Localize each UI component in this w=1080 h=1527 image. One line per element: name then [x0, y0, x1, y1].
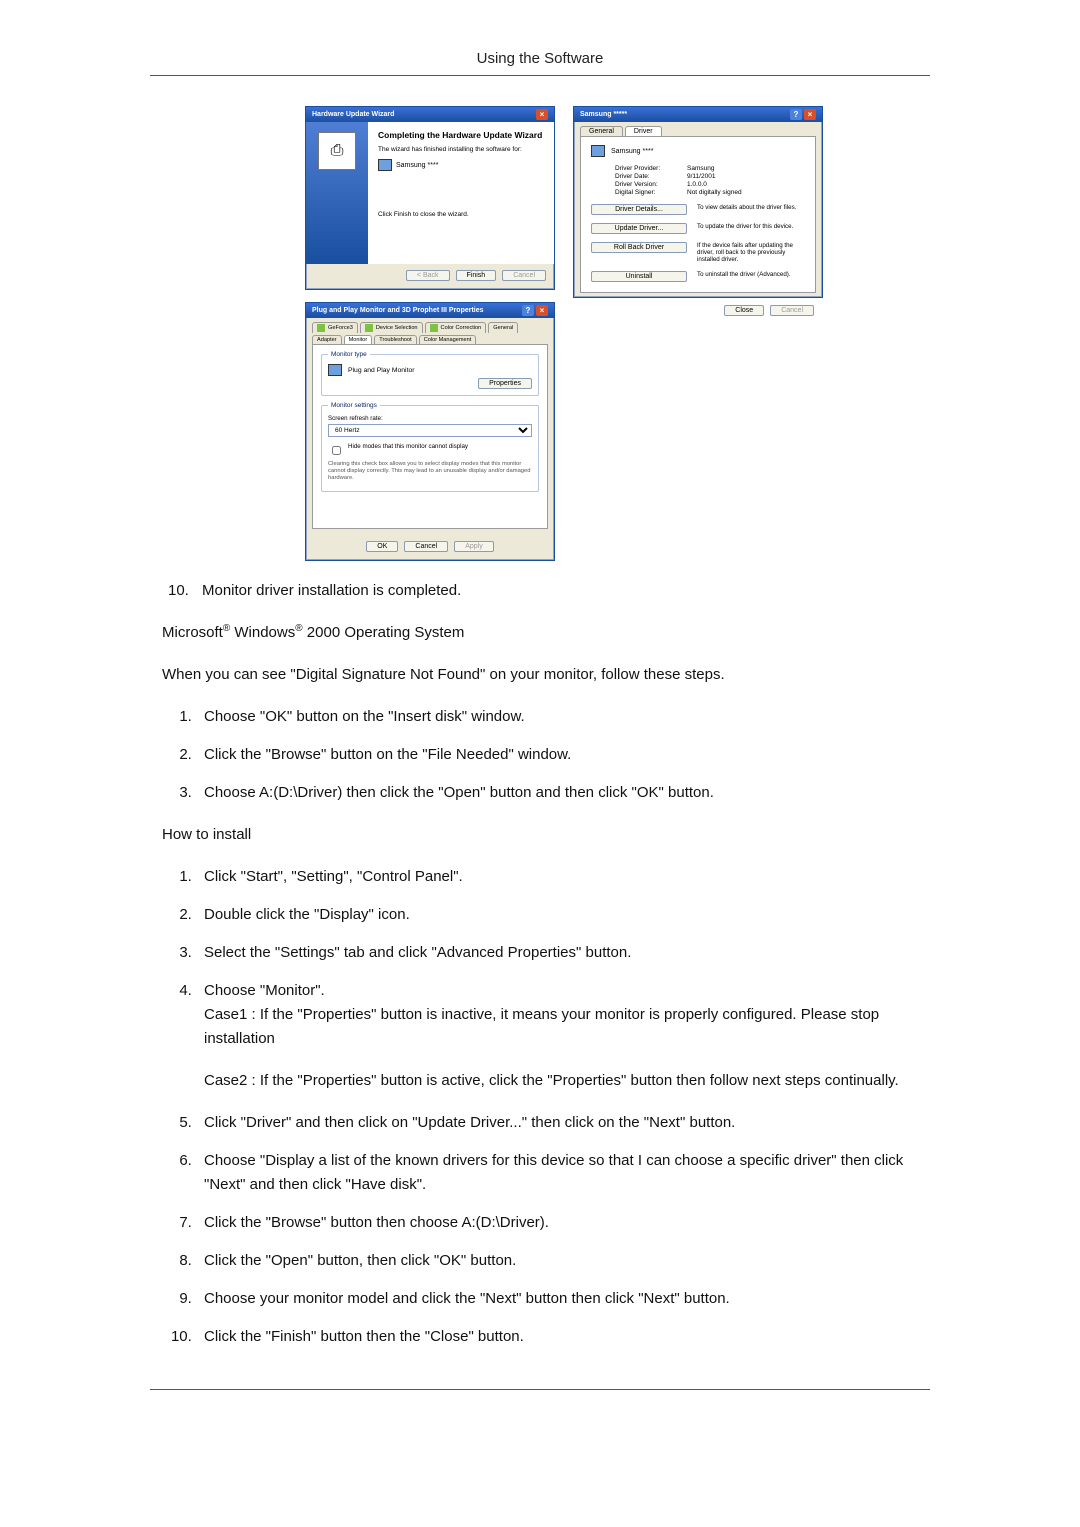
- refresh-rate-select[interactable]: 60 Hertz: [328, 424, 532, 437]
- steps-install: Click "Start", "Setting", "Control Panel…: [162, 865, 930, 1349]
- driver-device-name: Samsung ****: [611, 148, 653, 155]
- tab-monitor[interactable]: Monitor: [344, 335, 373, 344]
- cancel-button[interactable]: Cancel: [770, 305, 814, 316]
- hide-modes-label: Hide modes that this monitor cannot disp…: [348, 443, 468, 458]
- value: 1.0.0.0: [687, 181, 707, 188]
- divider-bottom: [150, 1389, 930, 1390]
- hide-modes-checkbox[interactable]: [332, 446, 341, 455]
- list-item: Click the "Finish" button then the "Clos…: [196, 1325, 930, 1349]
- apply-button[interactable]: Apply: [454, 541, 494, 552]
- monitor-settings-legend: Monitor settings: [328, 402, 380, 409]
- tab-adapter[interactable]: Adapter: [312, 335, 342, 344]
- value: 9/11/2001: [687, 173, 715, 180]
- tab-general[interactable]: General: [488, 322, 518, 333]
- monitor-icon: [328, 364, 342, 376]
- list-item: Choose your monitor model and click the …: [196, 1287, 930, 1311]
- tab-general[interactable]: General: [580, 126, 623, 136]
- device-icon: ⎙: [318, 132, 356, 170]
- document-body: 10. Monitor driver installation is compl…: [162, 579, 930, 1349]
- uninstall-button[interactable]: Uninstall: [591, 271, 687, 282]
- tab-color-management[interactable]: Color Management: [419, 335, 477, 344]
- properties-button[interactable]: Properties: [478, 378, 532, 389]
- screenshots-row: Hardware Update Wizard × ⎙ Completing th…: [198, 106, 930, 561]
- wizard-finish-note: Click Finish to close the wizard.: [378, 211, 544, 218]
- wizard-titlebar: Hardware Update Wizard: [312, 111, 394, 118]
- list-marker: 10.: [168, 579, 202, 603]
- list-item: Choose A:(D:\Driver) then click the "Ope…: [196, 781, 930, 805]
- tab-geforce3[interactable]: GeForce3: [312, 322, 358, 333]
- list-item: Click "Driver" and then click on "Update…: [196, 1111, 930, 1135]
- close-icon[interactable]: ×: [536, 109, 548, 120]
- label: Driver Date:: [615, 173, 681, 180]
- desc: To view details about the driver files.: [697, 204, 805, 211]
- tab-color-correction[interactable]: Color Correction: [425, 322, 487, 333]
- list-item: Click the "Browse" button then choose A:…: [196, 1211, 930, 1235]
- monitor-type-legend: Monitor type: [328, 351, 370, 358]
- mprop-titlebar: Plug and Play Monitor and 3D Prophet III…: [312, 307, 484, 314]
- list-item: Click "Start", "Setting", "Control Panel…: [196, 865, 930, 889]
- list-item: Select the "Settings" tab and click "Adv…: [196, 941, 930, 965]
- close-icon[interactable]: ×: [536, 305, 548, 316]
- case2-text: Case2 : If the "Properties" button is ac…: [204, 1069, 930, 1093]
- tab-driver[interactable]: Driver: [625, 126, 662, 136]
- refresh-rate-label: Screen refresh rate:: [328, 415, 532, 422]
- cancel-button[interactable]: Cancel: [404, 541, 448, 552]
- howto-heading: How to install: [162, 823, 930, 847]
- label: Driver Version:: [615, 181, 681, 188]
- monitor-properties-window: Plug and Play Monitor and 3D Prophet III…: [305, 302, 555, 561]
- list-item: Choose "Display a list of the known driv…: [196, 1149, 930, 1197]
- wizard-side-art: ⎙: [306, 122, 368, 264]
- case1-text: Case1 : If the "Properties" button is in…: [204, 1003, 930, 1051]
- list-item: Double click the "Display" icon.: [196, 903, 930, 927]
- monitor-icon: [378, 159, 392, 171]
- list-item: Click the "Open" button, then click "OK"…: [196, 1249, 930, 1273]
- wizard-heading: Completing the Hardware Update Wizard: [378, 130, 544, 140]
- desc: To update the driver for this device.: [697, 223, 805, 230]
- value: Samsung: [687, 165, 714, 172]
- ok-button[interactable]: OK: [366, 541, 398, 552]
- finish-button[interactable]: Finish: [456, 270, 497, 281]
- label: Driver Provider:: [615, 165, 681, 172]
- rollback-driver-button[interactable]: Roll Back Driver: [591, 242, 687, 253]
- dsnf-paragraph: When you can see "Digital Signature Not …: [162, 663, 930, 687]
- back-button[interactable]: < Back: [406, 270, 450, 281]
- wizard-device-name: Samsung ****: [396, 162, 438, 169]
- list-item: Choose "Monitor".Case1 : If the "Propert…: [196, 979, 930, 1093]
- monitor-icon: [591, 145, 605, 157]
- value: Not digitally signed: [687, 189, 742, 196]
- cancel-button[interactable]: Cancel: [502, 270, 546, 281]
- divider-top: [150, 75, 930, 76]
- monitor-name: Plug and Play Monitor: [348, 367, 415, 374]
- close-button[interactable]: Close: [724, 305, 764, 316]
- tab-device-selection[interactable]: Device Selection: [360, 322, 423, 333]
- hide-modes-hint: Clearing this check box allows you to se…: [328, 461, 532, 483]
- driver-details-button[interactable]: Driver Details...: [591, 204, 687, 215]
- desc: To uninstall the driver (Advanced).: [697, 271, 805, 278]
- driver-titlebar: Samsung *****: [580, 111, 627, 118]
- help-icon[interactable]: ?: [522, 305, 534, 316]
- driver-properties-window: Samsung ***** ? × General Driver Samsung…: [573, 106, 823, 298]
- desc: If the device fails after updating the d…: [697, 242, 805, 263]
- nvidia-icon: [430, 324, 438, 332]
- steps-digital-signature: Choose "OK" button on the "Insert disk" …: [162, 705, 930, 805]
- wizard-subtext: The wizard has finished installing the s…: [378, 146, 544, 153]
- hardware-update-wizard-window: Hardware Update Wizard × ⎙ Completing th…: [305, 106, 555, 290]
- os-heading: Microsoft® Windows® 2000 Operating Syste…: [162, 621, 930, 645]
- tab-troubleshoot[interactable]: Troubleshoot: [374, 335, 416, 344]
- nvidia-icon: [317, 324, 325, 332]
- label: Digital Signer:: [615, 189, 681, 196]
- nvidia-icon: [365, 324, 373, 332]
- list-item: Click the "Browse" button on the "File N…: [196, 743, 930, 767]
- close-icon[interactable]: ×: [804, 109, 816, 120]
- help-icon[interactable]: ?: [790, 109, 802, 120]
- list-item: Monitor driver installation is completed…: [202, 579, 461, 603]
- page-title: Using the Software: [150, 50, 930, 67]
- list-item: Choose "OK" button on the "Insert disk" …: [196, 705, 930, 729]
- update-driver-button[interactable]: Update Driver...: [591, 223, 687, 234]
